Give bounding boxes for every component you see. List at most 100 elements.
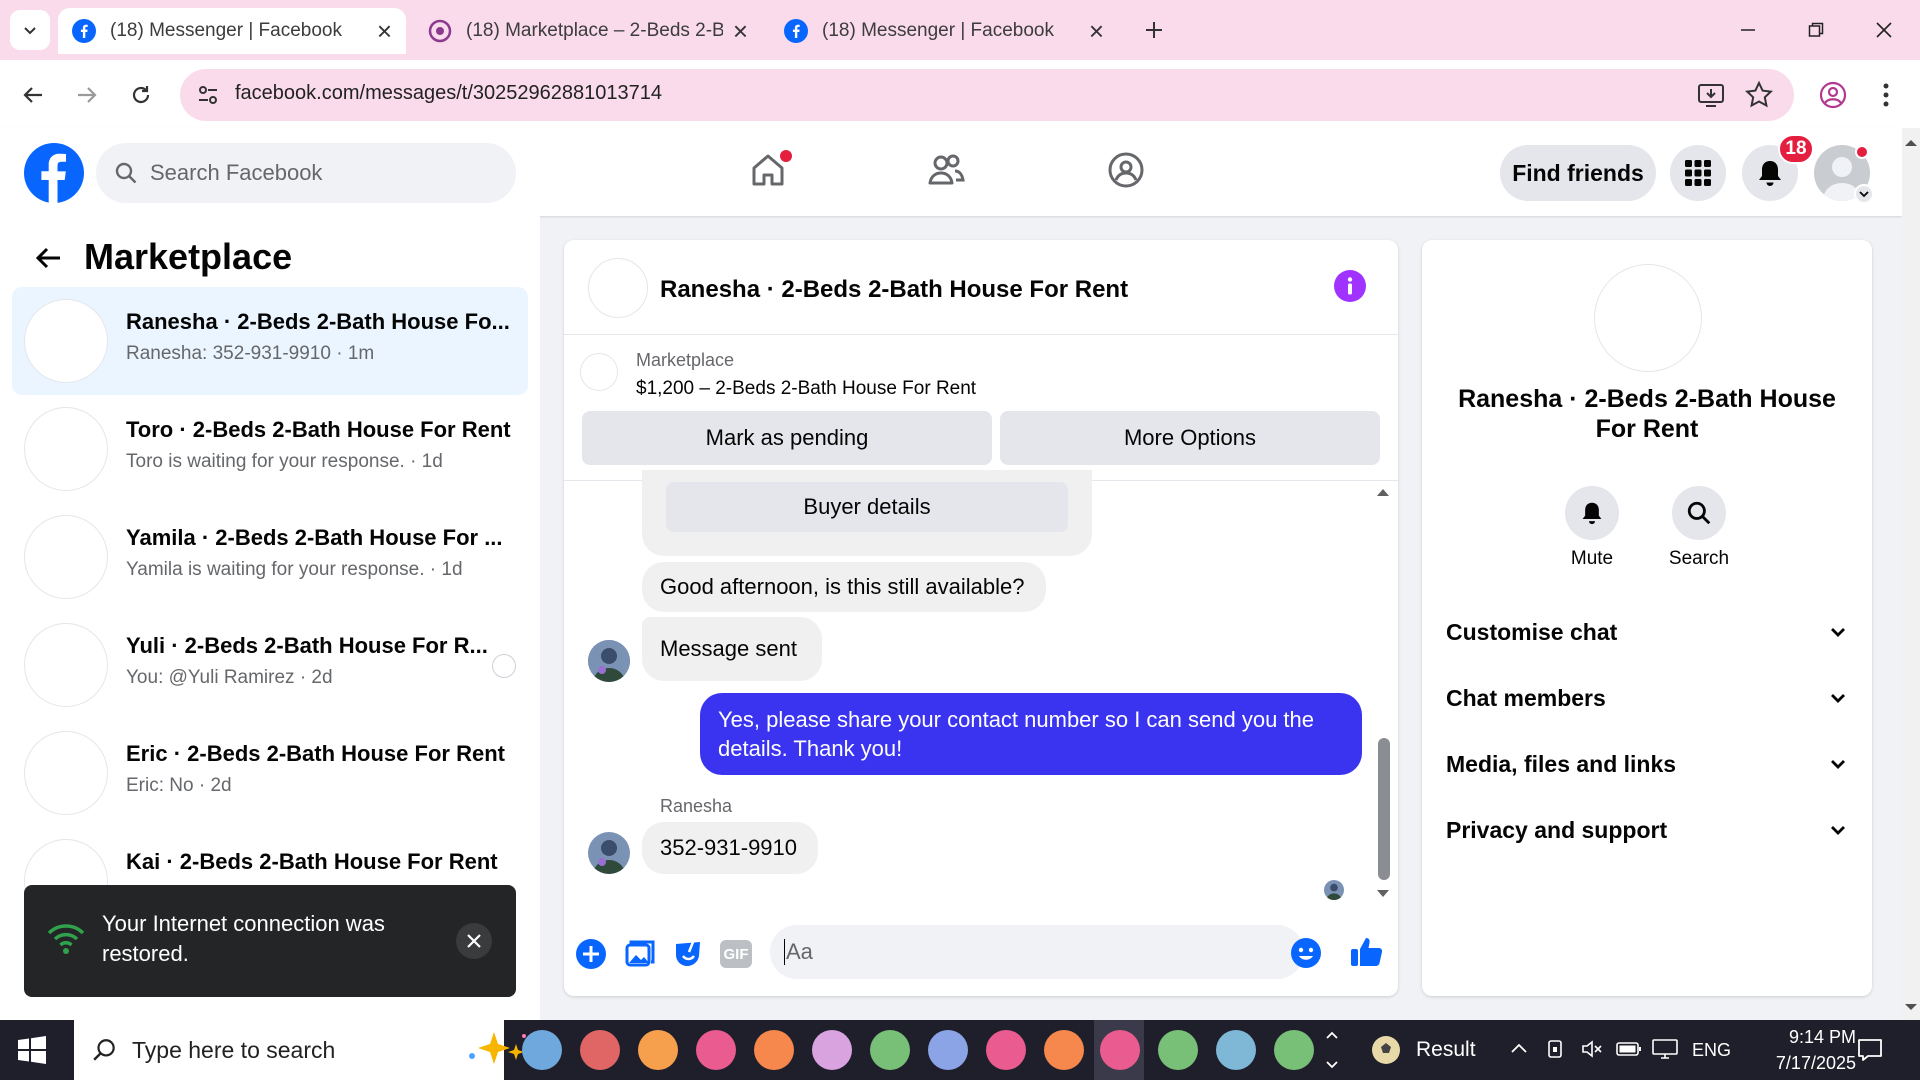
taskbar-app-icon[interactable] [580,1030,620,1070]
notification-center-icon[interactable] [1856,1036,1884,1064]
battery-icon[interactable] [1616,1040,1642,1058]
avatar-photo-icon [588,832,630,874]
search-in-conversation-button[interactable] [1672,486,1726,540]
chevron-down-icon [1831,826,1845,835]
forward-button[interactable] [68,76,106,114]
listing-thumbnail[interactable] [580,353,618,391]
bell-icon [1759,161,1781,186]
mute-button[interactable] [1565,486,1619,540]
attach-photo-button[interactable] [624,938,656,970]
taskbar-app-icon[interactable] [696,1030,736,1070]
new-tab-button[interactable] [1136,12,1172,48]
close-tab-icon[interactable]: × [733,16,748,47]
scroll-up-arrow-icon[interactable] [1904,136,1918,150]
taskbar-overflow-icon[interactable] [1324,1026,1340,1074]
mark-as-pending-button[interactable]: Mark as pending [582,411,992,465]
sidebar-back-button[interactable] [30,240,66,276]
network-status-icon[interactable] [1544,1038,1566,1060]
conversation-item-eric[interactable]: Eric · 2-Beds 2-Bath House For Rent Eric… [12,719,528,827]
taskbar-app-icon[interactable] [870,1030,910,1070]
taskbar-app-icon[interactable] [638,1030,678,1070]
profile-icon[interactable] [1818,80,1848,110]
clock-date: 7/17/2025 [1775,1053,1856,1073]
taskbar-app-icon[interactable] [754,1030,794,1070]
conversation-item-yamila[interactable]: Yamila · 2-Beds 2-Bath House For ... Yam… [12,503,528,611]
language-indicator[interactable]: ENG [1692,1040,1731,1061]
nav-friends[interactable] [926,150,970,194]
close-icon [1876,22,1892,38]
taskbar-search-input[interactable]: Type here to search [74,1020,526,1080]
conversation-item-toro[interactable]: Toro · 2-Beds 2-Bath House For Rent Toro… [12,395,528,503]
browser-menu-icon[interactable] [1876,80,1896,110]
grid-menu-icon [1685,160,1711,186]
close-tab-icon[interactable]: × [377,16,392,47]
chat-members-section[interactable]: Chat members [1446,678,1848,718]
emoji-button[interactable] [1290,937,1322,969]
show-hidden-icons-icon[interactable] [1510,1040,1528,1058]
facebook-search-input[interactable]: Search Facebook [96,143,516,203]
browser-tab-messenger-1[interactable]: (18) Messenger | Facebook × [58,8,406,54]
account-dropdown-chevron[interactable] [1854,184,1874,204]
gif-button[interactable]: GIF [720,940,752,968]
close-window-button[interactable] [1864,10,1904,50]
taskbar-app-icon[interactable] [1158,1030,1198,1070]
media-files-links-section[interactable]: Media, files and links [1446,744,1848,784]
nav-groups[interactable] [1106,150,1150,194]
taskbar-app-icon[interactable] [1044,1030,1084,1070]
conversation-item-ranesha[interactable]: Ranesha · 2-Beds 2-Bath House Fo... Rane… [12,287,528,395]
more-options-button[interactable]: More Options [1000,411,1380,465]
chat-scrollbar-thumb[interactable] [1378,738,1390,880]
taskbar-app-icon[interactable] [986,1030,1026,1070]
menu-button[interactable] [1670,145,1726,201]
facebook-logo-icon[interactable] [24,143,84,203]
display-icon[interactable] [1652,1038,1678,1060]
chat-header-avatar[interactable] [588,258,648,318]
clock[interactable]: 9:14 PM 7/17/2025 [1736,1024,1856,1076]
taskbar-app-icon[interactable] [928,1030,968,1070]
details-avatar[interactable] [1594,264,1702,372]
browser-tab-marketplace[interactable]: (18) Marketplace – 2-Beds 2-Ba × [414,8,762,54]
reload-button[interactable] [122,76,160,114]
close-tab-icon[interactable]: × [1089,16,1104,47]
sender-avatar[interactable] [588,832,630,874]
chat-scroll-down-icon[interactable] [1376,888,1390,900]
taskbar-app-icon[interactable] [1216,1030,1256,1070]
sticker-button[interactable] [672,938,704,970]
weather-widget[interactable]: Result [1370,1034,1476,1066]
listing-title[interactable]: $1,200 – 2-Beds 2-Bath House For Rent [636,378,976,400]
chat-scroll-up-icon[interactable] [1376,486,1390,498]
tab-search-dropdown[interactable] [10,10,50,50]
start-button[interactable] [14,1034,50,1066]
buyer-details-button[interactable]: Buyer details [666,482,1068,532]
install-app-icon[interactable] [1696,80,1726,110]
conversation-item-yuli[interactable]: Yuli · 2-Beds 2-Bath House For R... You:… [12,611,528,719]
browser-tab-messenger-2[interactable]: (18) Messenger | Facebook × [770,8,1118,54]
page-scrollbar[interactable] [1902,128,1920,1020]
message-input[interactable]: Aa [770,925,1304,979]
taskbar-app-icon[interactable] [522,1030,562,1070]
toast-close-button[interactable] [456,923,492,959]
chevron-down-icon [1831,628,1845,637]
bookmark-star-icon[interactable] [1744,80,1774,110]
minimize-window-button[interactable] [1728,10,1768,50]
site-info-icon[interactable] [196,83,220,107]
chat-title[interactable]: Ranesha · 2-Beds 2-Bath House For Rent [660,276,1128,304]
toast-message: Your Internet connection was restored. [102,911,385,966]
customise-chat-section[interactable]: Customise chat [1446,612,1848,652]
scroll-down-arrow-icon[interactable] [1904,1000,1918,1014]
taskbar-app-icon[interactable] [1274,1030,1314,1070]
restore-window-button[interactable] [1796,10,1836,50]
taskbar-app-icon[interactable] [812,1030,852,1070]
message-text: Message sent [660,636,797,661]
sender-avatar[interactable] [588,640,630,682]
taskbar-app-icon[interactable] [1100,1030,1140,1070]
like-button[interactable] [1348,934,1384,970]
conversation-info-button[interactable] [1334,270,1366,302]
back-button[interactable] [14,76,52,114]
more-actions-button[interactable] [575,938,607,970]
find-friends-button[interactable]: Find friends [1500,145,1656,201]
volume-muted-icon[interactable] [1580,1038,1604,1060]
privacy-support-section[interactable]: Privacy and support [1446,810,1848,850]
nav-home[interactable] [748,150,792,194]
avatar [24,407,108,491]
